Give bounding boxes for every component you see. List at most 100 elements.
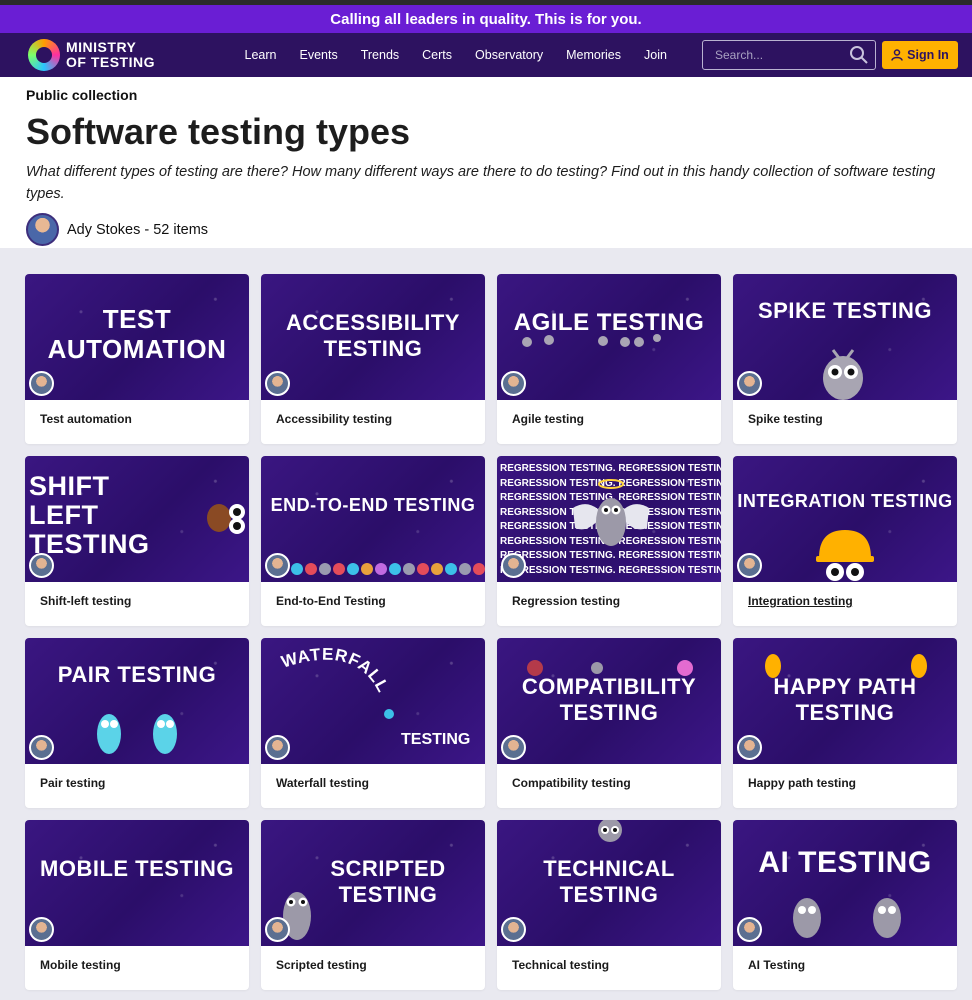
avatar bbox=[501, 371, 526, 396]
search-input[interactable] bbox=[715, 48, 845, 62]
card[interactable]: TECHNICAL TESTING Technical testing bbox=[497, 820, 721, 990]
nav-trends[interactable]: Trends bbox=[349, 48, 410, 62]
logo-line2: OF TESTING bbox=[66, 54, 155, 70]
nav-events[interactable]: Events bbox=[288, 48, 349, 62]
card-image: TEST AUTOMATION bbox=[25, 274, 249, 400]
svg-text:WATERFALL: WATERFALL bbox=[279, 645, 393, 696]
card[interactable]: AI TESTING AI Testing bbox=[733, 820, 957, 990]
avatar bbox=[29, 735, 54, 760]
bug-icon bbox=[793, 898, 901, 938]
svg-text:TESTING: TESTING bbox=[401, 731, 470, 748]
author-row: Ady Stokes - 52 items bbox=[26, 213, 946, 246]
card-image-text: END-TO-END TESTING bbox=[270, 495, 476, 515]
card-title[interactable]: Accessibility testing bbox=[261, 400, 485, 438]
bug-icon bbox=[823, 349, 863, 400]
collection-kicker: Public collection bbox=[26, 87, 138, 103]
avatar bbox=[29, 553, 54, 578]
card-image-text: AI TESTING bbox=[758, 846, 932, 879]
card-image-text: COMPATIBILITY TESTING bbox=[521, 674, 697, 725]
card-title[interactable]: Technical testing bbox=[497, 946, 721, 984]
logo-line1: MINISTRY bbox=[66, 39, 137, 55]
waterfall-word: WATERFALL bbox=[279, 645, 392, 696]
card-title[interactable]: Test automation bbox=[25, 400, 249, 438]
page-title: Software testing types bbox=[26, 111, 411, 152]
sign-in-label: Sign In bbox=[907, 48, 949, 62]
card[interactable]: REGRESSION TESTING. REGRESSION TESTING RE… bbox=[497, 456, 721, 626]
sign-in-button[interactable]: Sign In bbox=[882, 41, 958, 69]
card-title[interactable]: Shift-left testing bbox=[25, 582, 249, 620]
author-line[interactable]: Ady Stokes - 52 items bbox=[67, 222, 208, 238]
bug-icon bbox=[573, 479, 649, 546]
card[interactable]: SPIKE TESTING Spike testing bbox=[733, 274, 957, 444]
card[interactable]: ACCESSIBILITY TESTING Accessibility test… bbox=[261, 274, 485, 444]
avatar bbox=[737, 917, 762, 942]
card-image-text: WATERFALL TESTING bbox=[279, 645, 470, 748]
nav-observatory[interactable]: Observatory bbox=[464, 48, 555, 62]
card-title[interactable]: Scripted testing bbox=[261, 946, 485, 984]
card[interactable]: PAIR TESTING Pair testing bbox=[25, 638, 249, 808]
avatar bbox=[29, 371, 54, 396]
card[interactable]: END-TO-END TESTING End-to-End Testing bbox=[261, 456, 485, 626]
card-image: SPIKE TESTING bbox=[733, 274, 957, 400]
card-image: SCRIPTED TESTING bbox=[261, 820, 485, 946]
nav-memories[interactable]: Memories bbox=[555, 48, 633, 62]
logo[interactable]: MINISTRY OF TESTING bbox=[28, 39, 218, 71]
avatar bbox=[265, 553, 290, 578]
card-image: SHIFT LEFT TESTING bbox=[25, 456, 249, 582]
card-image-text: HAPPY PATH TESTING bbox=[773, 674, 917, 725]
bug-icon bbox=[765, 654, 927, 678]
search-box bbox=[702, 40, 876, 70]
card-title[interactable]: Waterfall testing bbox=[261, 764, 485, 802]
card-title[interactable]: Regression testing bbox=[497, 582, 721, 620]
card-image-text: SPIKE TESTING bbox=[758, 298, 932, 323]
card[interactable]: MOBILE TESTING Mobile testing bbox=[25, 820, 249, 990]
card[interactable]: SCRIPTED TESTING Scripted testing bbox=[261, 820, 485, 990]
card[interactable]: HAPPY PATH TESTING Happy path testing bbox=[733, 638, 957, 808]
avatar bbox=[501, 735, 526, 760]
card[interactable]: SHIFT LEFT TESTING Shift-left testing bbox=[25, 456, 249, 626]
card[interactable]: COMPATIBILITY TESTING Compatibility test… bbox=[497, 638, 721, 808]
card-title[interactable]: Mobile testing bbox=[25, 946, 249, 984]
card-title[interactable]: End-to-End Testing bbox=[261, 582, 485, 620]
nav-learn[interactable]: Learn bbox=[233, 48, 288, 62]
card[interactable]: WATERFALL TESTING Waterfall testing bbox=[261, 638, 485, 808]
card-image: END-TO-END TESTING bbox=[261, 456, 485, 582]
avatar bbox=[737, 735, 762, 760]
card-image-text: MOBILE TESTING bbox=[40, 856, 234, 881]
card-title[interactable]: Compatibility testing bbox=[497, 764, 721, 802]
card-title[interactable]: Integration testing bbox=[733, 582, 957, 620]
avatar bbox=[737, 553, 762, 578]
card[interactable]: INTEGRATION TESTING Integration testing bbox=[733, 456, 957, 626]
avatar bbox=[501, 553, 526, 578]
search-icon[interactable] bbox=[849, 45, 869, 65]
nav-join[interactable]: Join bbox=[633, 48, 679, 62]
avatar bbox=[265, 917, 290, 942]
nav-certs[interactable]: Certs bbox=[411, 48, 464, 62]
hard-hat-icon bbox=[816, 530, 874, 581]
card[interactable]: TEST AUTOMATION Test automation bbox=[25, 274, 249, 444]
card[interactable]: AGILE TESTING Agile testing bbox=[497, 274, 721, 444]
card-title[interactable]: AI Testing bbox=[733, 946, 957, 984]
card-image: PAIR TESTING bbox=[25, 638, 249, 764]
card-title[interactable]: Spike testing bbox=[733, 400, 957, 438]
card-image: WATERFALL TESTING bbox=[261, 638, 485, 764]
avatar bbox=[501, 917, 526, 942]
bug-icon bbox=[291, 563, 485, 575]
card-image: HAPPY PATH TESTING bbox=[733, 638, 957, 764]
avatar[interactable] bbox=[26, 213, 59, 246]
bug-icon bbox=[527, 660, 693, 676]
card-image-text: TEST AUTOMATION bbox=[47, 304, 227, 364]
card-title[interactable]: Happy path testing bbox=[733, 764, 957, 802]
card-image: AGILE TESTING bbox=[497, 274, 721, 400]
cards-grid: TEST AUTOMATION Test automation ACCESSIB… bbox=[0, 248, 972, 990]
card-image-text: ACCESSIBILITY TESTING bbox=[286, 310, 460, 361]
collection-description: What different types of testing are ther… bbox=[26, 164, 936, 202]
collection-header: Public collection Software testing types… bbox=[0, 77, 972, 248]
card-title[interactable]: Pair testing bbox=[25, 764, 249, 802]
promo-banner[interactable]: Calling all leaders in quality. This is … bbox=[0, 5, 972, 33]
card-image: COMPATIBILITY TESTING bbox=[497, 638, 721, 764]
card-title[interactable]: Agile testing bbox=[497, 400, 721, 438]
avatar bbox=[29, 917, 54, 942]
avatar bbox=[737, 371, 762, 396]
navbar: MINISTRY OF TESTING Learn Events Trends … bbox=[0, 33, 972, 77]
